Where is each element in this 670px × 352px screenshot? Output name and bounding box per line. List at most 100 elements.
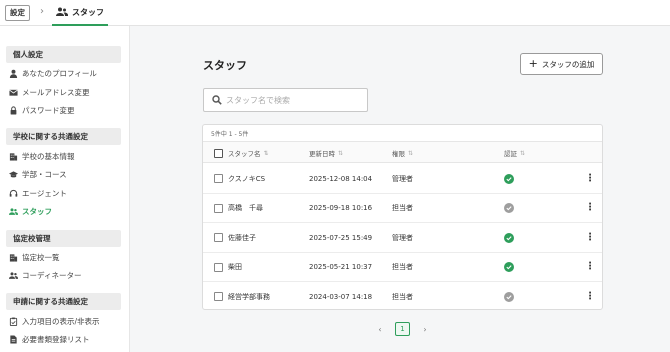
group-icon bbox=[9, 271, 18, 280]
breadcrumb-settings[interactable]: 設定 bbox=[5, 5, 30, 21]
verification-status bbox=[504, 253, 514, 282]
school-icon bbox=[9, 152, 18, 161]
sidebar-item-partner-list[interactable]: 協定校一覧 bbox=[9, 250, 60, 264]
verification-status bbox=[504, 194, 514, 223]
search-icon bbox=[212, 95, 222, 105]
staff-table: 5件中 1 - 5件 スタッフ名 ⇅ 更新日時 ⇅ 権限 ⇅ 認証 ⇅ クスノキCS 20… bbox=[202, 124, 603, 310]
plus-icon: + bbox=[528, 57, 538, 70]
table-row[interactable]: 高橋 千尋 2025-09-18 10:16 担当者 ⋮ bbox=[203, 194, 602, 223]
sidebar-item-email[interactable]: メールアドレス変更 bbox=[9, 85, 90, 99]
add-staff-button-label: スタッフの追加 bbox=[541, 59, 595, 69]
table-row[interactable]: 経営学部事務 2024-03-07 14:18 担当者 ⋮ bbox=[203, 282, 602, 309]
row-menu-button[interactable]: ⋮ bbox=[585, 164, 595, 193]
column-header-verified[interactable]: 認証 ⇅ bbox=[504, 142, 525, 164]
updated-datetime: 2024-03-07 14:18 bbox=[309, 292, 373, 301]
sidebar-section-partner: 協定校管理 bbox=[6, 230, 121, 247]
staff-role: 管理者 bbox=[392, 233, 413, 242]
row-menu-button[interactable]: ⋮ bbox=[585, 194, 595, 223]
sidebar-item-password[interactable]: パスワード変更 bbox=[9, 103, 75, 117]
mail-icon bbox=[9, 88, 18, 97]
staff-name: 高橋 千尋 bbox=[228, 204, 263, 212]
row-checkbox[interactable] bbox=[214, 282, 223, 309]
staff-name: 佐藤佳子 bbox=[228, 233, 256, 242]
lock-icon bbox=[9, 105, 18, 115]
sidebar-item-label: 入力項目の表示/非表示 bbox=[22, 316, 100, 326]
pagination-page-1[interactable]: 1 bbox=[395, 322, 410, 336]
search-box[interactable] bbox=[203, 88, 368, 112]
pagination-prev-button[interactable]: ‹ bbox=[374, 322, 386, 336]
breadcrumb-staff-tab[interactable]: スタッフ bbox=[52, 0, 108, 26]
sidebar-item-profile[interactable]: あなたのプロフィール bbox=[9, 66, 97, 80]
sidebar-item-faculty[interactable]: 学部・コース bbox=[9, 167, 67, 181]
sidebar-item-label: エージェント bbox=[22, 188, 67, 198]
top-bar: 設定 › スタッフ bbox=[0, 0, 670, 26]
select-all-checkbox[interactable] bbox=[214, 142, 223, 164]
sidebar-item-label: スタッフ bbox=[22, 206, 52, 216]
updated-datetime: 2025-07-25 15:49 bbox=[309, 233, 373, 242]
result-count: 5件中 1 - 5件 bbox=[211, 131, 249, 138]
staff-role: 担当者 bbox=[392, 263, 413, 271]
more-vertical-icon: ⋮ bbox=[585, 202, 595, 213]
sort-icon: ⇅ bbox=[263, 149, 269, 157]
staff-name: クスノキCS bbox=[228, 174, 266, 183]
sidebar-item-label: あなたのプロフィール bbox=[22, 68, 97, 78]
check-circle-icon bbox=[504, 173, 514, 184]
search-input[interactable] bbox=[226, 95, 356, 105]
check-circle-grey-icon bbox=[504, 203, 514, 213]
building-icon bbox=[9, 253, 18, 262]
pagination-next-button[interactable]: › bbox=[419, 322, 431, 336]
column-header-updated[interactable]: 更新日時 ⇅ bbox=[309, 142, 343, 164]
sidebar-item-school-info[interactable]: 学校の基本情報 bbox=[9, 149, 75, 163]
sidebar-item-label: 学部・コース bbox=[22, 169, 67, 179]
updated-datetime: 2025-12-08 14:04 bbox=[309, 174, 373, 183]
table-row[interactable]: 佐藤佳子 2025-07-25 15:49 管理者 ⋮ bbox=[203, 223, 602, 253]
graduation-cap-icon bbox=[9, 170, 18, 179]
row-checkbox[interactable] bbox=[214, 164, 223, 193]
sidebar-item-required-docs[interactable]: 必要書類登録リスト bbox=[9, 332, 90, 346]
sort-icon: ⇅ bbox=[338, 149, 344, 157]
verification-status bbox=[504, 164, 514, 193]
sidebar-item-label: コーディネーター bbox=[22, 270, 82, 280]
table-row[interactable]: 柴田 2025-05-21 10:37 担当者 ⋮ bbox=[203, 253, 602, 282]
staff-name: 経営学部事務 bbox=[228, 292, 270, 301]
sidebar-item-agent[interactable]: エージェント bbox=[9, 186, 67, 200]
group-icon bbox=[56, 7, 68, 17]
clipboard-icon bbox=[9, 317, 18, 326]
sidebar-item-label: メールアドレス変更 bbox=[22, 87, 90, 97]
staff-role: 管理者 bbox=[392, 174, 413, 183]
sidebar-section-personal: 個人設定 bbox=[6, 46, 121, 63]
row-checkbox[interactable] bbox=[214, 194, 223, 223]
sidebar: 個人設定 あなたのプロフィール メールアドレス変更 パスワード変更 学校に関する… bbox=[0, 26, 130, 352]
row-menu-button[interactable]: ⋮ bbox=[585, 223, 595, 252]
updated-datetime: 2025-09-18 10:16 bbox=[309, 204, 373, 212]
sidebar-section-application: 申請に関する共通設定 bbox=[6, 293, 121, 310]
table-row[interactable]: クスノキCS 2025-12-08 14:04 管理者 ⋮ bbox=[203, 164, 602, 194]
sidebar-item-staff[interactable]: スタッフ bbox=[9, 204, 52, 218]
more-vertical-icon: ⋮ bbox=[585, 231, 595, 243]
page-title: スタッフ bbox=[203, 59, 247, 72]
row-menu-button[interactable]: ⋮ bbox=[585, 253, 595, 282]
row-checkbox[interactable] bbox=[214, 253, 223, 282]
check-circle-grey-icon bbox=[504, 291, 514, 302]
document-icon bbox=[9, 334, 18, 344]
row-menu-button[interactable]: ⋮ bbox=[585, 282, 595, 309]
table-header: スタッフ名 ⇅ 更新日時 ⇅ 権限 ⇅ 認証 ⇅ bbox=[203, 141, 602, 164]
sidebar-item-input-fields[interactable]: 入力項目の表示/非表示 bbox=[9, 314, 100, 328]
updated-datetime: 2025-05-21 10:37 bbox=[309, 263, 373, 271]
person-icon bbox=[9, 69, 18, 78]
sidebar-item-coordinator[interactable]: コーディネーター bbox=[9, 268, 81, 282]
check-circle-icon bbox=[504, 232, 514, 243]
staff-role: 担当者 bbox=[392, 204, 413, 212]
verification-status bbox=[504, 282, 514, 309]
column-header-role[interactable]: 権限 ⇅ bbox=[392, 142, 413, 164]
more-vertical-icon: ⋮ bbox=[585, 261, 595, 272]
add-staff-button[interactable]: + スタッフの追加 bbox=[520, 53, 603, 75]
column-header-name[interactable]: スタッフ名 ⇅ bbox=[228, 142, 269, 164]
row-checkbox[interactable] bbox=[214, 223, 223, 252]
more-vertical-icon: ⋮ bbox=[585, 290, 595, 302]
sidebar-section-school: 学校に関する共通設定 bbox=[6, 128, 121, 145]
sidebar-item-label: パスワード変更 bbox=[22, 105, 75, 115]
verification-status bbox=[504, 223, 514, 252]
staff-role: 担当者 bbox=[392, 292, 413, 301]
sort-icon: ⇅ bbox=[520, 149, 526, 157]
